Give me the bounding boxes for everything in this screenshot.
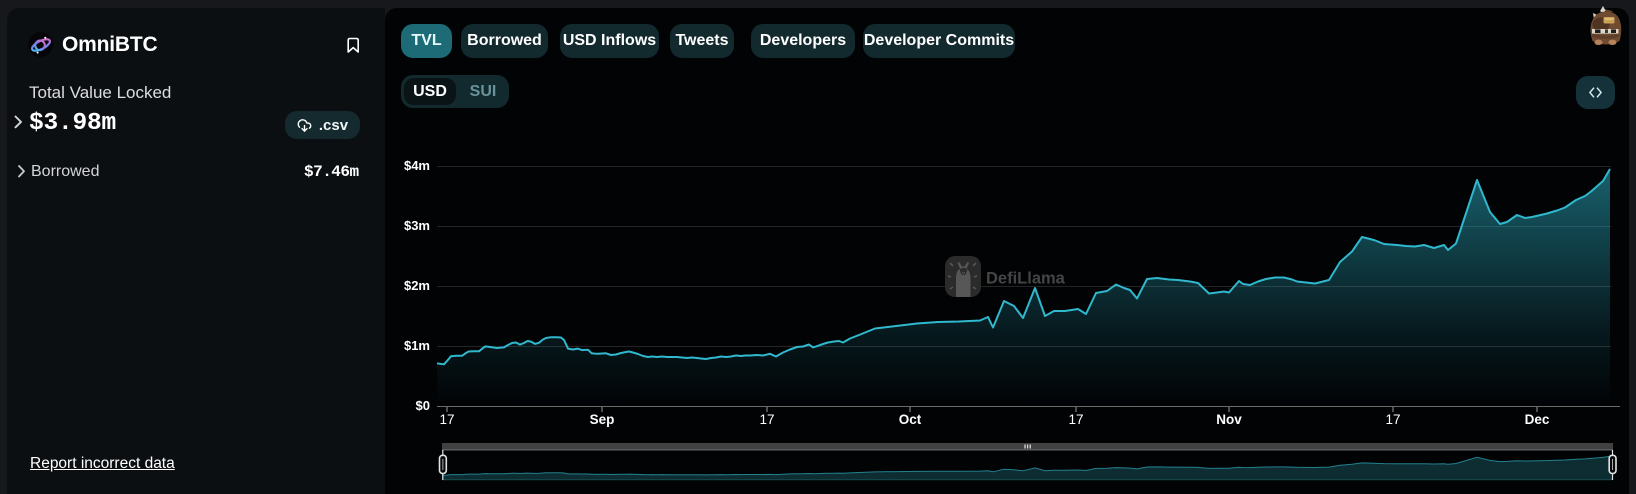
svg-text:$1m: $1m <box>404 338 430 353</box>
svg-text:Dec: Dec <box>1525 412 1550 427</box>
svg-text:Oct: Oct <box>899 412 922 427</box>
svg-text:$4m: $4m <box>404 158 430 173</box>
svg-text:$2m: $2m <box>404 278 430 293</box>
svg-text:17: 17 <box>1068 412 1083 427</box>
svg-text:17: 17 <box>439 412 454 427</box>
svg-text:17: 17 <box>759 412 774 427</box>
svg-text:17: 17 <box>1385 412 1400 427</box>
svg-text:Nov: Nov <box>1216 412 1242 427</box>
svg-text:$0: $0 <box>416 398 430 413</box>
svg-text:DefiLlama: DefiLlama <box>986 270 1066 288</box>
svg-text:$3m: $3m <box>404 218 430 233</box>
svg-text:Sep: Sep <box>590 412 615 427</box>
